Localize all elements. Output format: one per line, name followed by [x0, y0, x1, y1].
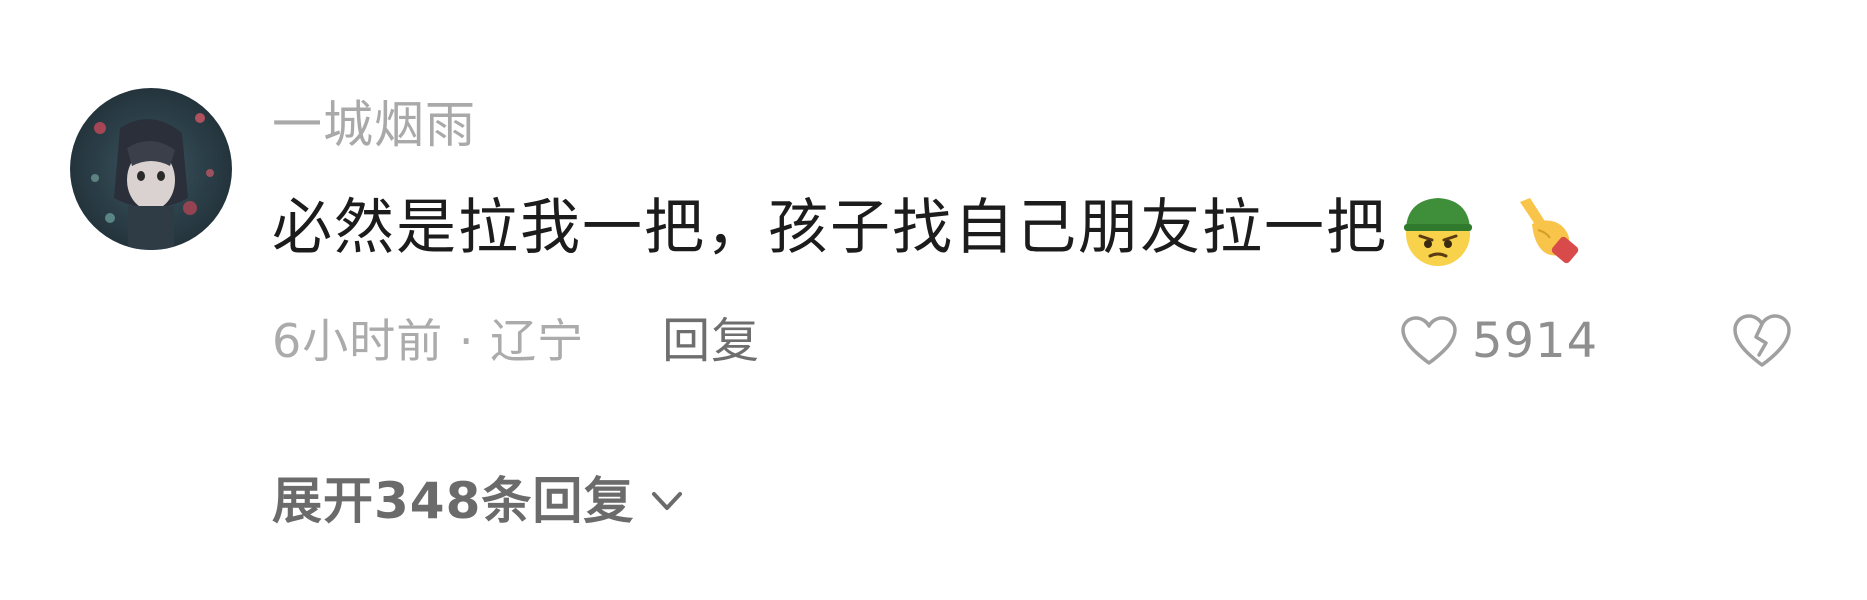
avatar[interactable]	[70, 88, 232, 250]
expand-replies-button[interactable]: 展开348条回复	[272, 466, 690, 536]
pointing-hand-emoji-icon	[1492, 186, 1588, 270]
comment-meta: 6小时前 · 辽宁 回复	[272, 308, 760, 374]
comment-item: 一城烟雨 必然是拉我一把，孩子找自己朋友拉一把 6小时前 · 辽宁 回复 591…	[0, 0, 1867, 600]
dislike-button[interactable]	[1731, 311, 1793, 371]
broken-heart-outline-icon	[1733, 314, 1791, 367]
reply-button[interactable]: 回复	[662, 308, 760, 374]
heart-outline-icon	[1401, 316, 1457, 365]
like-count: 5914	[1472, 313, 1599, 369]
angry-face-green-helmet-emoji-icon	[1392, 186, 1488, 270]
comment-text: 必然是拉我一把，孩子找自己朋友拉一把	[272, 193, 1388, 263]
comment-body: 必然是拉我一把，孩子找自己朋友拉一把	[272, 185, 1588, 271]
like-button[interactable]: 5914	[1400, 308, 1598, 374]
timestamp-location: 6小时前 · 辽宁	[272, 314, 585, 368]
chevron-down-icon	[644, 478, 690, 524]
expand-replies-label: 展开348条回复	[272, 472, 635, 530]
username[interactable]: 一城烟雨	[272, 92, 476, 158]
